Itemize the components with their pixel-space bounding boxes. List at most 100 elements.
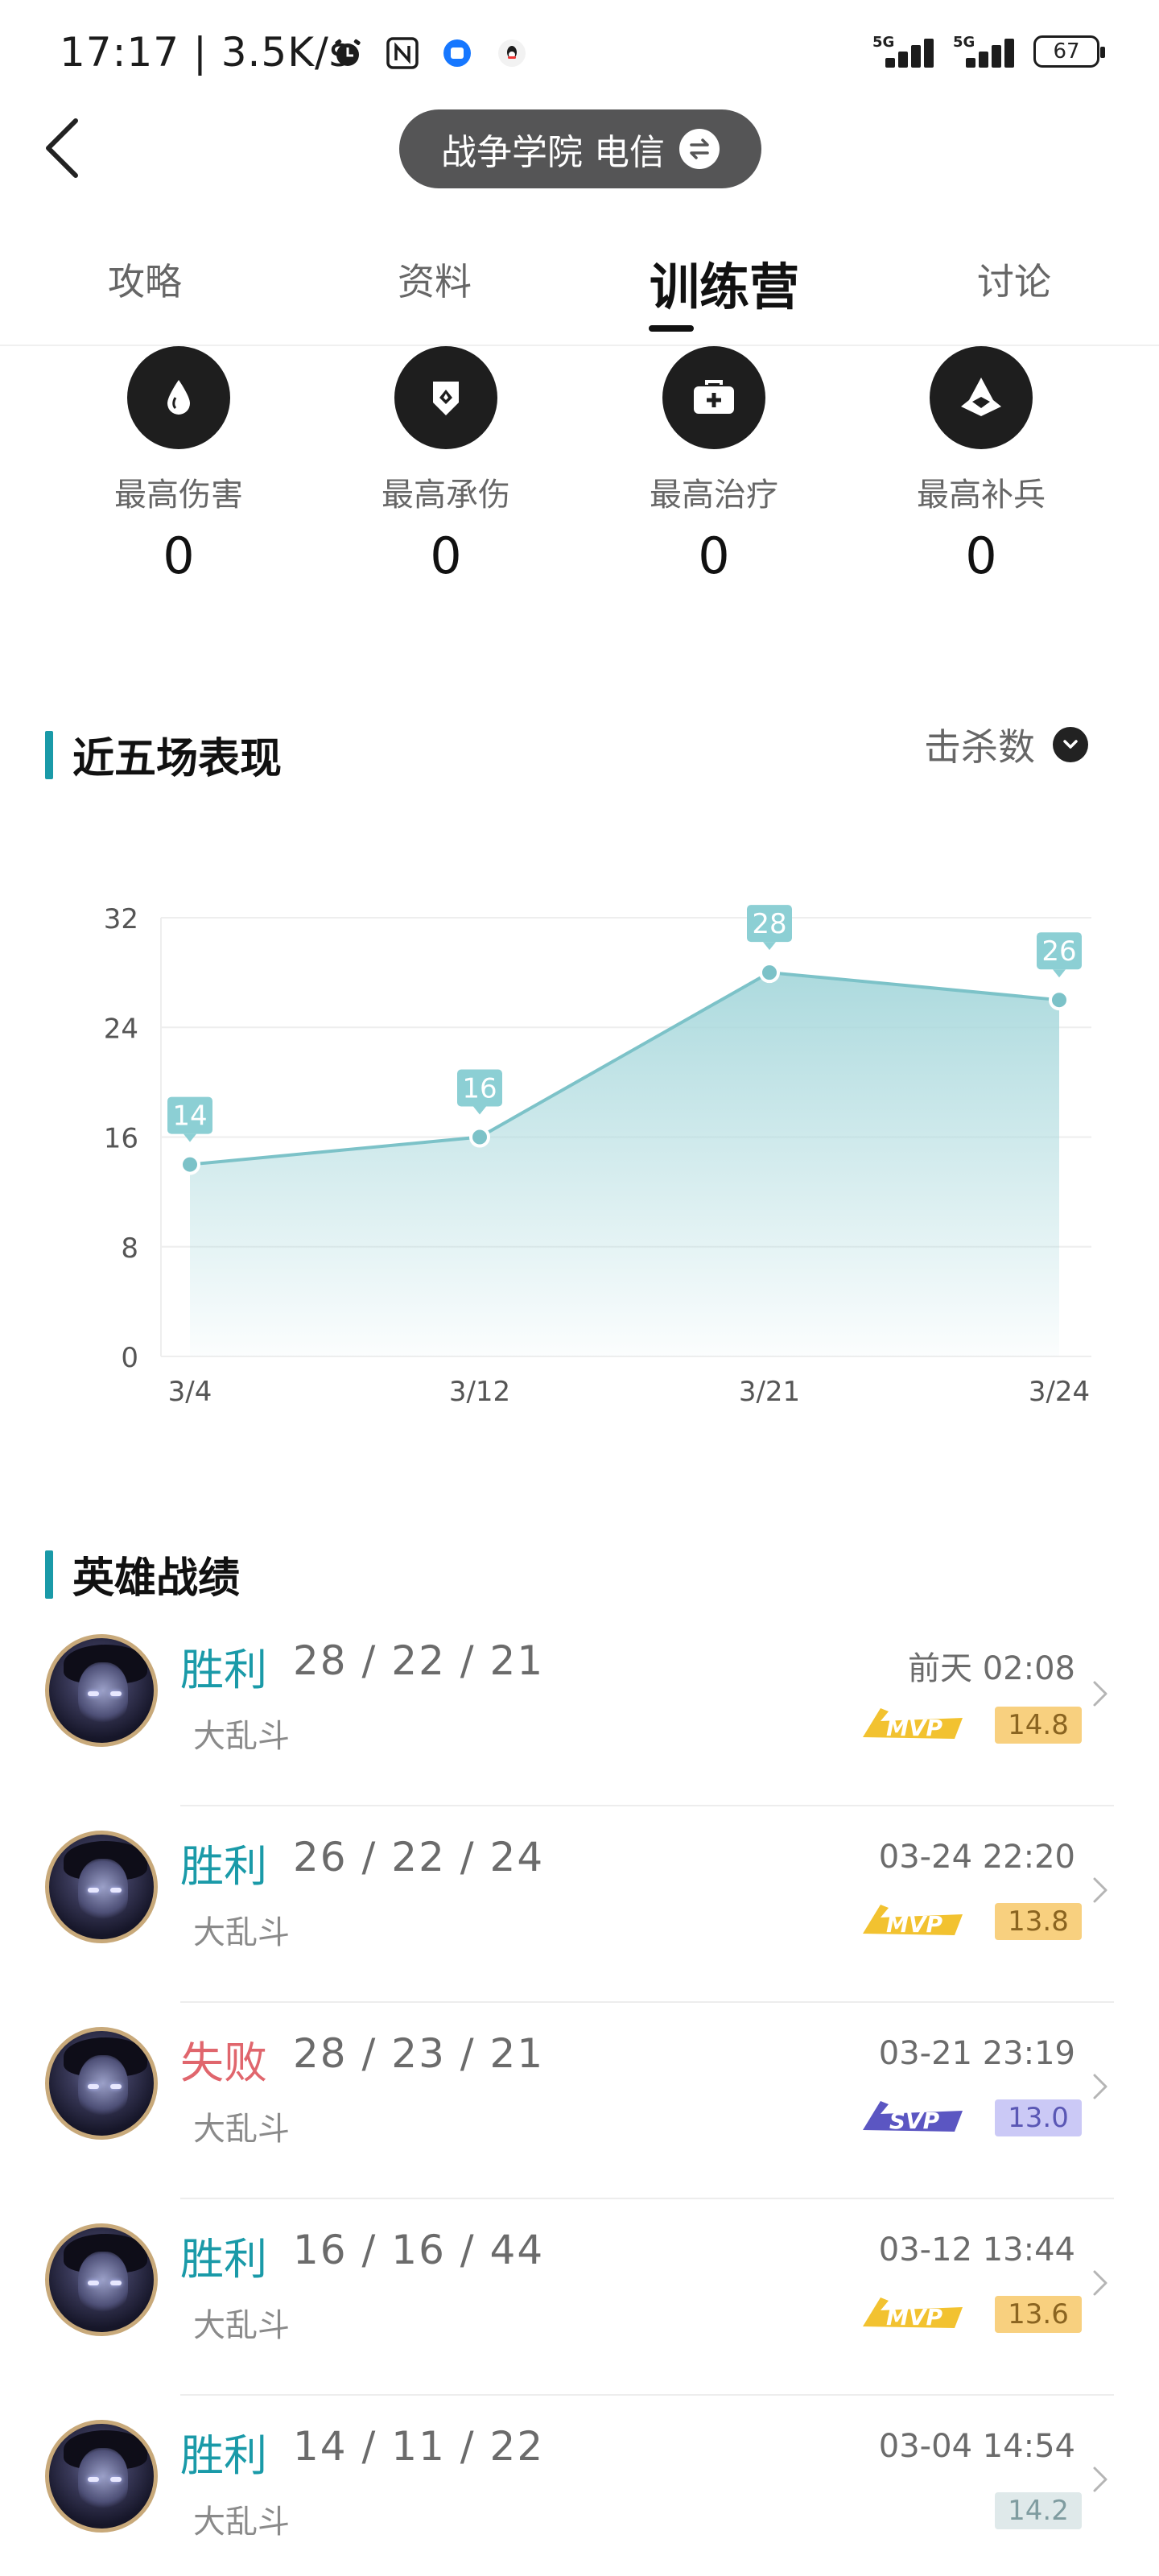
- match-score: 14.8: [995, 1707, 1082, 1744]
- match-score: 14.2: [995, 2492, 1082, 2529]
- match-result: 胜利: [180, 1841, 267, 1892]
- nfc-icon: [385, 35, 420, 71]
- match-row[interactable]: 胜利 26 / 22 / 24 大乱斗 03-24 22:20 MVP 13.8: [0, 1806, 1159, 2003]
- heading-accent: [45, 730, 53, 779]
- match-row[interactable]: 失败 28 / 23 / 21 大乱斗 03-21 23:19 SVP 13.0: [0, 2003, 1159, 2199]
- data-point: [759, 962, 780, 984]
- performance-heading: 近五场表现: [45, 724, 282, 785]
- status-time: 17:17 | 3.5K/s: [60, 29, 351, 76]
- y-tick-label: 24: [104, 1013, 138, 1045]
- data-point: [1049, 989, 1070, 1011]
- medal-text: SVP: [889, 2107, 940, 2134]
- hero-avatar: [45, 2027, 158, 2140]
- stat-max-damage: 最高伤害 0: [78, 346, 279, 585]
- match-time: 前天 02:08: [908, 1650, 1075, 1687]
- match-result: 胜利: [180, 2430, 267, 2481]
- match-score: 13.8: [995, 1903, 1082, 1940]
- signal-icon: 5G: [872, 34, 938, 69]
- y-tick-label: 8: [121, 1232, 138, 1265]
- match-kda: 28 / 23 / 21: [293, 2030, 545, 2077]
- stat-label: 最高承伤: [382, 477, 510, 514]
- stat-label: 最高补兵: [917, 477, 1046, 514]
- match-row[interactable]: 胜利 14 / 11 / 22 大乱斗 03-04 14:54 14.2: [0, 2396, 1159, 2576]
- metric-label: 击杀数: [924, 725, 1035, 769]
- battery-level: 67: [1053, 39, 1080, 64]
- alarm-icon: [330, 35, 365, 71]
- match-time: 03-04 14:54: [878, 2428, 1075, 2465]
- matches-heading: 英雄战绩: [45, 1544, 240, 1604]
- medal-badge: MVP: [863, 1708, 963, 1741]
- y-tick-label: 32: [104, 903, 138, 935]
- server-switch-button[interactable]: 战争学院 电信: [399, 109, 761, 188]
- match-row[interactable]: 胜利 28 / 22 / 21 大乱斗 前天 02:08 MVP 14.8: [0, 1610, 1159, 1806]
- y-tick-label: 0: [121, 1342, 138, 1374]
- data-label-pointer: [1053, 969, 1066, 978]
- tab-bar: 攻略 资料 训练营 讨论: [0, 233, 1159, 346]
- chevron-right-icon: [1093, 1681, 1107, 1707]
- swap-icon: [679, 129, 720, 169]
- heading-accent: [45, 1550, 53, 1599]
- medal-text: MVP: [886, 1911, 943, 1938]
- match-kda: 16 / 16 / 44: [293, 2227, 545, 2273]
- stat-label: 最高治疗: [650, 477, 778, 514]
- match-result: 胜利: [180, 1645, 267, 1695]
- match-result: 失败: [180, 2037, 267, 2088]
- minion-icon: [930, 346, 1033, 449]
- medal-badge: MVP: [863, 1905, 963, 1938]
- chevron-right-icon: [1093, 2074, 1107, 2099]
- qq-icon: [494, 35, 530, 71]
- signal-icon: 5G: [953, 34, 1019, 69]
- match-kda: 14 / 11 / 22: [293, 2423, 545, 2470]
- medal-badge: SVP: [863, 2101, 963, 2134]
- droplet-icon: [127, 346, 230, 449]
- hero-avatar: [45, 2420, 158, 2533]
- signal-label: 5G: [872, 34, 895, 51]
- tab-info[interactable]: 资料: [398, 253, 472, 306]
- status-right: 5G 5G 67: [872, 34, 1105, 69]
- chevron-down-icon: [1053, 727, 1088, 762]
- match-mode: 大乱斗: [193, 1718, 290, 1755]
- stat-value: 0: [430, 526, 462, 585]
- performance-title: 近五场表现: [72, 735, 283, 783]
- metric-dropdown[interactable]: 击杀数: [924, 718, 1088, 771]
- battery-icon: 67: [1033, 35, 1105, 68]
- chevron-right-icon: [1093, 2270, 1107, 2296]
- shield-icon: [394, 346, 497, 449]
- match-kda: 26 / 22 / 24: [293, 1834, 545, 1880]
- tab-guides[interactable]: 攻略: [108, 253, 182, 306]
- data-label: 26: [1041, 935, 1076, 968]
- matches-title: 英雄战绩: [72, 1554, 241, 1603]
- back-button[interactable]: [40, 114, 89, 182]
- server-name: 战争学院 电信: [441, 132, 665, 173]
- data-point: [179, 1154, 200, 1175]
- tab-training-camp[interactable]: 训练营: [650, 246, 799, 319]
- x-tick-label: 3/4: [168, 1376, 212, 1408]
- data-label-pointer: [473, 1106, 486, 1115]
- active-tab-indicator: [649, 325, 694, 332]
- medal-text: MVP: [886, 1715, 943, 1741]
- stat-label: 最高伤害: [114, 477, 243, 514]
- app-notification-icon: [439, 35, 475, 71]
- chevron-right-icon: [1093, 2467, 1107, 2492]
- y-tick-label: 16: [104, 1123, 138, 1155]
- medal-badge: MVP: [863, 2297, 963, 2330]
- tab-discussion[interactable]: 讨论: [977, 253, 1051, 306]
- stat-value: 0: [163, 526, 195, 585]
- series-area: [190, 972, 1059, 1356]
- data-label: 14: [172, 1100, 207, 1133]
- stat-value: 0: [965, 526, 997, 585]
- status-icons: [330, 35, 530, 71]
- data-label-pointer: [184, 1133, 196, 1142]
- match-mode: 大乱斗: [193, 2111, 290, 2148]
- match-score: 13.0: [995, 2099, 1082, 2136]
- match-score: 13.6: [995, 2296, 1082, 2333]
- hero-avatar: [45, 1634, 158, 1747]
- match-row[interactable]: 胜利 16 / 16 / 44 大乱斗 03-12 13:44 MVP 13.6: [0, 2199, 1159, 2396]
- data-label: 16: [462, 1073, 497, 1105]
- match-time: 03-24 22:20: [878, 1839, 1075, 1876]
- x-tick-label: 3/21: [739, 1376, 800, 1408]
- stat-max-healing: 最高治疗 0: [613, 346, 815, 585]
- data-point: [469, 1126, 490, 1148]
- chevron-left-icon: [46, 118, 78, 178]
- stat-value: 0: [698, 526, 730, 585]
